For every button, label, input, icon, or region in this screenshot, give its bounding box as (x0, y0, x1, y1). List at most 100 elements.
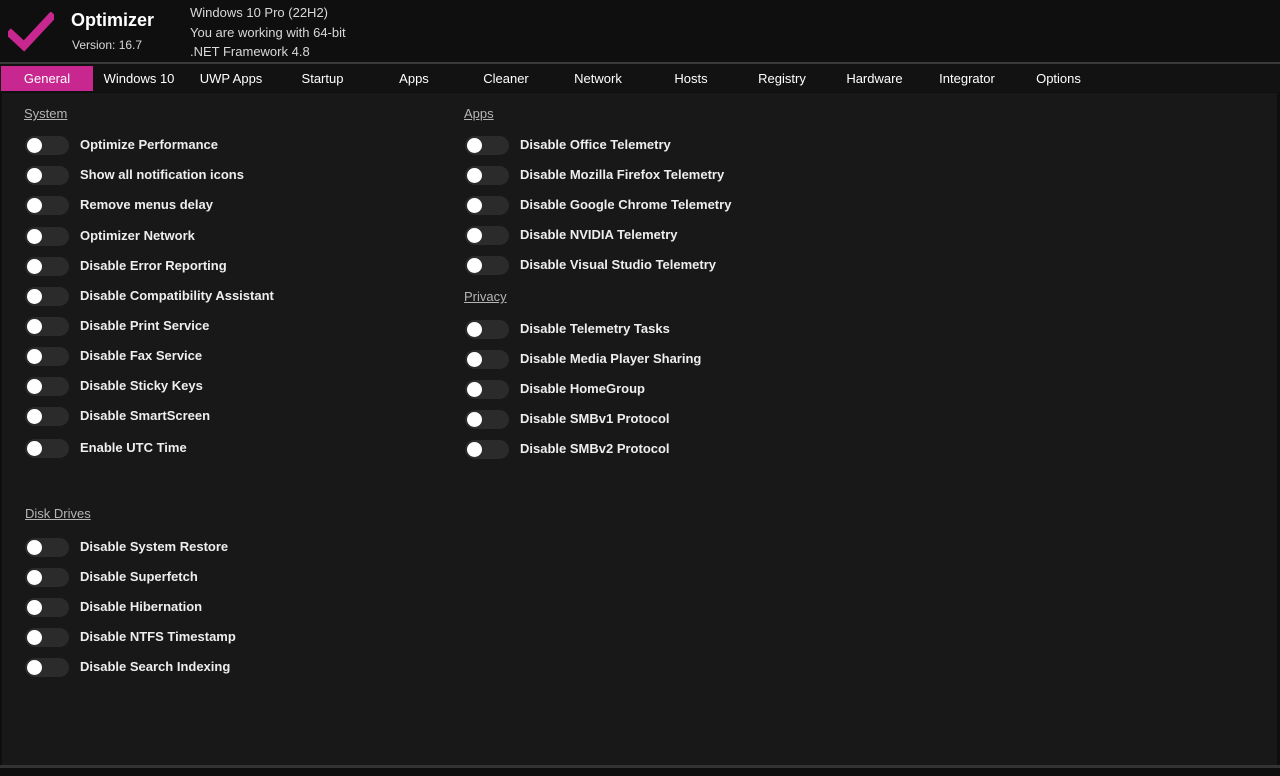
toggle-switch[interactable] (25, 257, 69, 276)
toggle-switch[interactable] (25, 658, 69, 677)
toggle-label[interactable]: Disable SmartScreen (80, 406, 210, 426)
toggle-label[interactable]: Disable Hibernation (80, 597, 202, 617)
toggle-knob (467, 382, 482, 397)
toggle-label[interactable]: Disable Telemetry Tasks (520, 319, 670, 339)
toggle-switch[interactable] (465, 320, 509, 339)
app-header: Optimizer Version: 16.7 Windows 10 Pro (… (0, 0, 1280, 62)
toggle-label[interactable]: Disable SMBv1 Protocol (520, 409, 670, 429)
toggle-label[interactable]: Disable NTFS Timestamp (80, 627, 236, 647)
toggle-knob (467, 412, 482, 427)
toggle-knob (27, 319, 42, 334)
toggle-label[interactable]: Disable Sticky Keys (80, 376, 203, 396)
toggle-knob (467, 322, 482, 337)
toggle-switch[interactable] (25, 598, 69, 617)
tab-general[interactable]: General (1, 66, 93, 91)
toggle-switch[interactable] (25, 136, 69, 155)
tab-options[interactable]: Options (1013, 66, 1104, 91)
toggle-label[interactable]: Disable HomeGroup (520, 379, 645, 399)
toggle-switch[interactable] (25, 347, 69, 366)
toggle-label[interactable]: Disable Google Chrome Telemetry (520, 195, 731, 215)
toggle-switch[interactable] (25, 196, 69, 215)
toggle-switch[interactable] (465, 196, 509, 215)
tab-startup[interactable]: Startup (278, 66, 367, 91)
toggle-switch[interactable] (465, 350, 509, 369)
toggle-switch[interactable] (25, 439, 69, 458)
toggle-knob (27, 198, 42, 213)
toggle-knob (27, 570, 42, 585)
toggle-switch[interactable] (465, 226, 509, 245)
toggle-label[interactable]: Disable Print Service (80, 316, 209, 336)
tab-network[interactable]: Network (552, 66, 644, 91)
toggle-switch[interactable] (25, 166, 69, 185)
toggle-knob (467, 442, 482, 457)
app-version: Version: 16.7 (72, 38, 143, 52)
toggle-label[interactable]: Disable Search Indexing (80, 657, 230, 677)
toggle-knob (467, 258, 482, 273)
toggle-row-apps: Disable NVIDIA Telemetry (465, 224, 805, 246)
toggle-row-system: Disable Sticky Keys (25, 375, 365, 397)
toggle-row-privacy: Disable Telemetry Tasks (465, 318, 805, 340)
os-info: Windows 10 Pro (22H2) (190, 5, 328, 20)
toggle-switch[interactable] (465, 380, 509, 399)
toggle-switch[interactable] (25, 407, 69, 426)
framework-info: .NET Framework 4.8 (190, 44, 310, 59)
tab-uwp-apps[interactable]: UWP Apps (185, 66, 277, 91)
toggle-label[interactable]: Disable Visual Studio Telemetry (520, 255, 716, 275)
check-mark-icon (8, 12, 54, 52)
toggle-label[interactable]: Disable NVIDIA Telemetry (520, 225, 678, 245)
toggle-label[interactable]: Disable Office Telemetry (520, 135, 671, 155)
toggle-knob (467, 138, 482, 153)
toggle-label[interactable]: Disable SMBv2 Protocol (520, 439, 670, 459)
toggle-row-disk-drives: Disable Superfetch (25, 566, 365, 588)
toggle-switch[interactable] (25, 628, 69, 647)
toggle-switch[interactable] (465, 440, 509, 459)
toggle-switch[interactable] (465, 410, 509, 429)
section-title-disk-drives: Disk Drives (25, 506, 91, 521)
toggle-switch[interactable] (25, 568, 69, 587)
tab-hosts[interactable]: Hosts (645, 66, 737, 91)
tab-hardware[interactable]: Hardware (829, 66, 920, 91)
toggle-switch[interactable] (25, 538, 69, 557)
toggle-label[interactable]: Optimizer Network (80, 226, 195, 246)
toggle-label[interactable]: Disable Fax Service (80, 346, 202, 366)
toggle-label[interactable]: Disable Superfetch (80, 567, 198, 587)
toggle-row-system: Optimizer Network (25, 225, 365, 247)
toggle-label[interactable]: Show all notification icons (80, 165, 244, 185)
toggle-row-disk-drives: Disable System Restore (25, 536, 365, 558)
toggle-switch[interactable] (465, 256, 509, 275)
toggle-switch[interactable] (25, 227, 69, 246)
bottom-divider (0, 765, 1280, 768)
toggle-switch[interactable] (465, 166, 509, 185)
toggle-knob (467, 228, 482, 243)
tab-cleaner[interactable]: Cleaner (460, 66, 552, 91)
toggle-knob (467, 198, 482, 213)
toggle-row-system: Disable Error Reporting (25, 255, 365, 277)
toggle-switch[interactable] (465, 136, 509, 155)
toggle-label[interactable]: Disable Compatibility Assistant (80, 286, 274, 306)
toggle-row-system: Disable SmartScreen (25, 405, 365, 427)
toggle-row-apps: Disable Google Chrome Telemetry (465, 194, 805, 216)
toggle-row-system: Disable Fax Service (25, 345, 365, 367)
toggle-label[interactable]: Disable System Restore (80, 537, 228, 557)
toggle-knob (467, 168, 482, 183)
toggle-switch[interactable] (25, 287, 69, 306)
tab-bar: General Windows 10 UWP Apps Startup Apps Clea… (0, 64, 1280, 92)
toggle-label[interactable]: Enable UTC Time (80, 438, 187, 458)
toggle-knob (27, 289, 42, 304)
toggle-label[interactable]: Remove menus delay (80, 195, 213, 215)
toggle-switch[interactable] (25, 317, 69, 336)
toggle-label[interactable]: Disable Media Player Sharing (520, 349, 701, 369)
arch-info: You are working with 64-bit (190, 25, 346, 40)
section-title-system: System (24, 106, 68, 121)
tab-windows-10[interactable]: Windows 10 (95, 66, 183, 91)
toggle-knob (27, 441, 42, 456)
toggle-row-disk-drives: Disable NTFS Timestamp (25, 626, 365, 648)
toggle-label[interactable]: Optimize Performance (80, 135, 218, 155)
tab-apps[interactable]: Apps (368, 66, 460, 91)
section-title-apps: Apps (464, 106, 494, 121)
toggle-label[interactable]: Disable Error Reporting (80, 256, 227, 276)
toggle-label[interactable]: Disable Mozilla Firefox Telemetry (520, 165, 724, 185)
toggle-switch[interactable] (25, 377, 69, 396)
tab-registry[interactable]: Registry (737, 66, 827, 91)
tab-integrator[interactable]: Integrator (921, 66, 1013, 91)
